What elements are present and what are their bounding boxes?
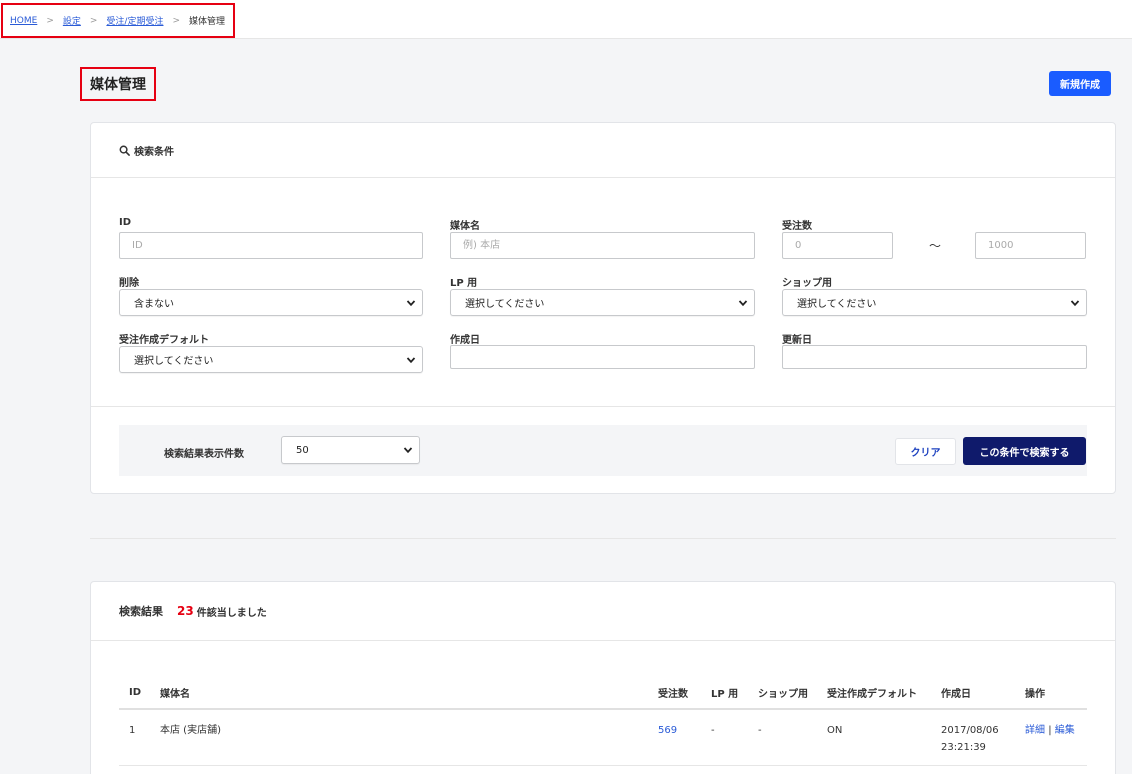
shop-select[interactable]: 選択してください [782,289,1087,316]
chevron-down-icon [1070,300,1080,307]
deleted-select[interactable]: 含まない [119,289,423,316]
breadcrumb-settings[interactable]: 設定 [63,14,81,27]
order-default-select[interactable]: 選択してください [119,346,423,373]
row-created-time: 23:21:39 [941,742,986,753]
row-lp: - [701,709,748,766]
results-header: 検索結果 23 件該当しました [91,582,1115,641]
created-label: 作成日 [450,335,480,346]
breadcrumb-separator: > [46,15,54,26]
table-row: 1 本店 (実店舗) 569 - - ON 2017/08/06 23:21:3… [119,709,1087,766]
results-table: ID 媒体名 受注数 LP 用 ショップ用 受注作成デフォルト 作成日 操作 1… [119,677,1087,766]
new-button[interactable]: 新規作成 [1049,71,1111,96]
results-count-suffix: 件該当しました [196,607,267,619]
column-header[interactable]: LP 用 [701,677,748,710]
id-label: ID [119,217,132,228]
lp-label: LP 用 [450,278,478,289]
edit-link[interactable]: 編集 [1055,725,1075,736]
range-separator: 〜 [929,239,942,253]
updated-input[interactable] [782,345,1087,369]
shop-select-value: 選択してください [797,299,877,310]
breadcrumb-separator: > [89,15,98,26]
search-card-header: 検索条件 [91,123,1115,178]
page-size-value: 50 [296,444,309,456]
order-count-max-input[interactable] [975,232,1086,259]
column-header[interactable]: 受注数 [648,677,701,710]
deleted-label: 削除 [119,278,139,289]
breadcrumb-orders[interactable]: 受注/定期受注 [106,14,163,27]
column-header[interactable]: 作成日 [931,677,1015,710]
media-name-input[interactable] [450,232,755,259]
page-title: 媒体管理 [80,67,156,101]
search-footer: 検索結果表示件数 50 クリア この条件で検索する [119,425,1087,476]
row-order-default: ON [817,709,931,766]
results-card: 検索結果 23 件該当しました ID 媒体名 受注数 LP 用 ショップ用 受注… [90,581,1116,774]
results-count: 23 [177,604,194,618]
chevron-down-icon [738,300,748,307]
page-size-label: 検索結果表示件数 [164,449,244,460]
created-input[interactable] [450,345,755,369]
breadcrumb: HOME > 設定 > 受注/定期受注 > 媒体管理 [1,3,235,38]
column-header[interactable]: ショップ用 [748,677,817,710]
column-header[interactable]: ID [119,677,150,710]
order-count-label: 受注数 [782,221,812,232]
top-bar: HOME > 設定 > 受注/定期受注 > 媒体管理 [0,0,1132,39]
column-header[interactable]: 受注作成デフォルト [817,677,931,710]
row-order-count-link[interactable]: 569 [658,725,677,736]
id-input[interactable] [119,232,423,259]
updated-label: 更新日 [782,335,812,346]
lp-select[interactable]: 選択してください [450,289,755,316]
results-heading: 検索結果 [119,605,163,618]
search-icon [119,145,130,156]
order-count-min-input[interactable] [782,232,893,259]
shop-label: ショップ用 [782,278,832,289]
lp-select-value: 選択してください [465,299,545,310]
search-card: 検索条件 ID 媒体名 受注数 〜 削除 含まない LP 用 選択してください … [90,122,1116,494]
order-default-select-value: 選択してください [134,356,214,367]
detail-link[interactable]: 詳細 [1025,725,1045,736]
search-submit-button[interactable]: この条件で検索する [963,437,1086,465]
breadcrumb-separator: > [172,15,181,26]
row-created-date: 2017/08/06 [941,725,999,736]
table-header-row: ID 媒体名 受注数 LP 用 ショップ用 受注作成デフォルト 作成日 操作 [119,677,1087,710]
deleted-select-value: 含まない [134,299,174,310]
row-created: 2017/08/06 23:21:39 [931,709,1015,766]
column-header: 操作 [1015,677,1087,710]
search-divider [91,406,1115,407]
row-actions: 詳細 | 編集 [1015,709,1087,766]
breadcrumb-current: 媒体管理 [189,17,226,27]
action-separator: | [1048,725,1052,736]
page-size-select[interactable]: 50 [281,436,420,464]
section-divider [90,538,1116,539]
breadcrumb-home[interactable]: HOME [10,16,37,26]
order-default-label: 受注作成デフォルト [119,335,209,346]
chevron-down-icon [406,357,416,364]
search-heading: 検索条件 [134,146,174,158]
chevron-down-icon [403,447,413,454]
media-name-label: 媒体名 [450,221,480,232]
row-media-name: 本店 (実店舗) [150,709,648,766]
chevron-down-icon [406,300,416,307]
clear-button[interactable]: クリア [895,438,956,465]
column-header[interactable]: 媒体名 [150,677,648,710]
row-shop: - [748,709,817,766]
row-id: 1 [119,709,150,766]
